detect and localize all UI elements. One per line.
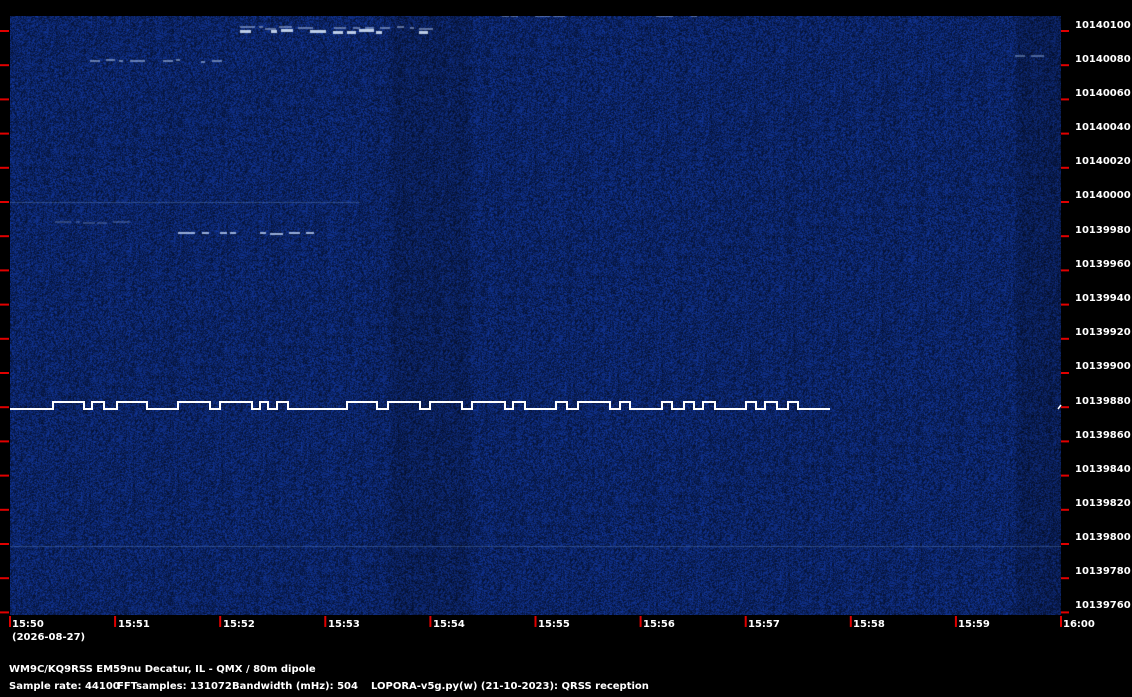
time-label: 15:50 <box>12 619 44 630</box>
freq-label: 10140100 <box>1075 20 1131 31</box>
time-label: 15:57 <box>748 619 780 630</box>
sample-rate: Sample rate: 44100 <box>9 681 120 692</box>
bandwidth: Bandwidth (mHz): 504 <box>232 681 358 692</box>
freq-label: 10139840 <box>1075 464 1131 475</box>
time-label: 15:53 <box>328 619 360 630</box>
signal-traces <box>10 401 1062 410</box>
freq-label: 10139940 <box>1075 293 1131 304</box>
time-label: 15:55 <box>538 619 570 630</box>
qrss-signal-trace <box>10 401 830 410</box>
time-label: 15:51 <box>118 619 150 630</box>
freq-label: 10139800 <box>1075 532 1131 543</box>
freq-label: 10140080 <box>1075 54 1131 65</box>
axis-ticks <box>0 30 1069 627</box>
freq-label: 10139780 <box>1075 566 1131 577</box>
freq-label: 10139960 <box>1075 259 1131 270</box>
time-label: 15:54 <box>433 619 465 630</box>
time-label: 15:56 <box>643 619 675 630</box>
time-label: 15:52 <box>223 619 255 630</box>
time-label: 15:58 <box>853 619 885 630</box>
station-info: WM9C/KQ9RSS EM59nu Decatur, IL - QMX / 8… <box>9 664 316 675</box>
freq-label: 10139820 <box>1075 498 1131 509</box>
spectrogram-overlay <box>0 30 1069 627</box>
date-label: (2026-08-27) <box>12 632 86 643</box>
freq-label: 10139900 <box>1075 361 1131 372</box>
time-label: 16:00 <box>1063 619 1095 630</box>
freq-label: 10140020 <box>1075 156 1131 167</box>
fft-samples: FFTsamples: 131072 <box>117 681 232 692</box>
freq-label: 10140000 <box>1075 190 1131 201</box>
freq-label: 10139880 <box>1075 396 1131 407</box>
freq-label: 10140040 <box>1075 122 1131 133</box>
software-info: LOPORA-v5g.py(w) (21-10-2023): QRSS rece… <box>371 681 649 692</box>
time-label: 15:59 <box>958 619 990 630</box>
signal-edge-mark <box>1057 404 1062 410</box>
freq-label: 10139980 <box>1075 225 1131 236</box>
freq-label: 10139760 <box>1075 600 1131 611</box>
freq-label: 10139860 <box>1075 430 1131 441</box>
freq-label: 10140060 <box>1075 88 1131 99</box>
freq-label: 10139920 <box>1075 327 1131 338</box>
